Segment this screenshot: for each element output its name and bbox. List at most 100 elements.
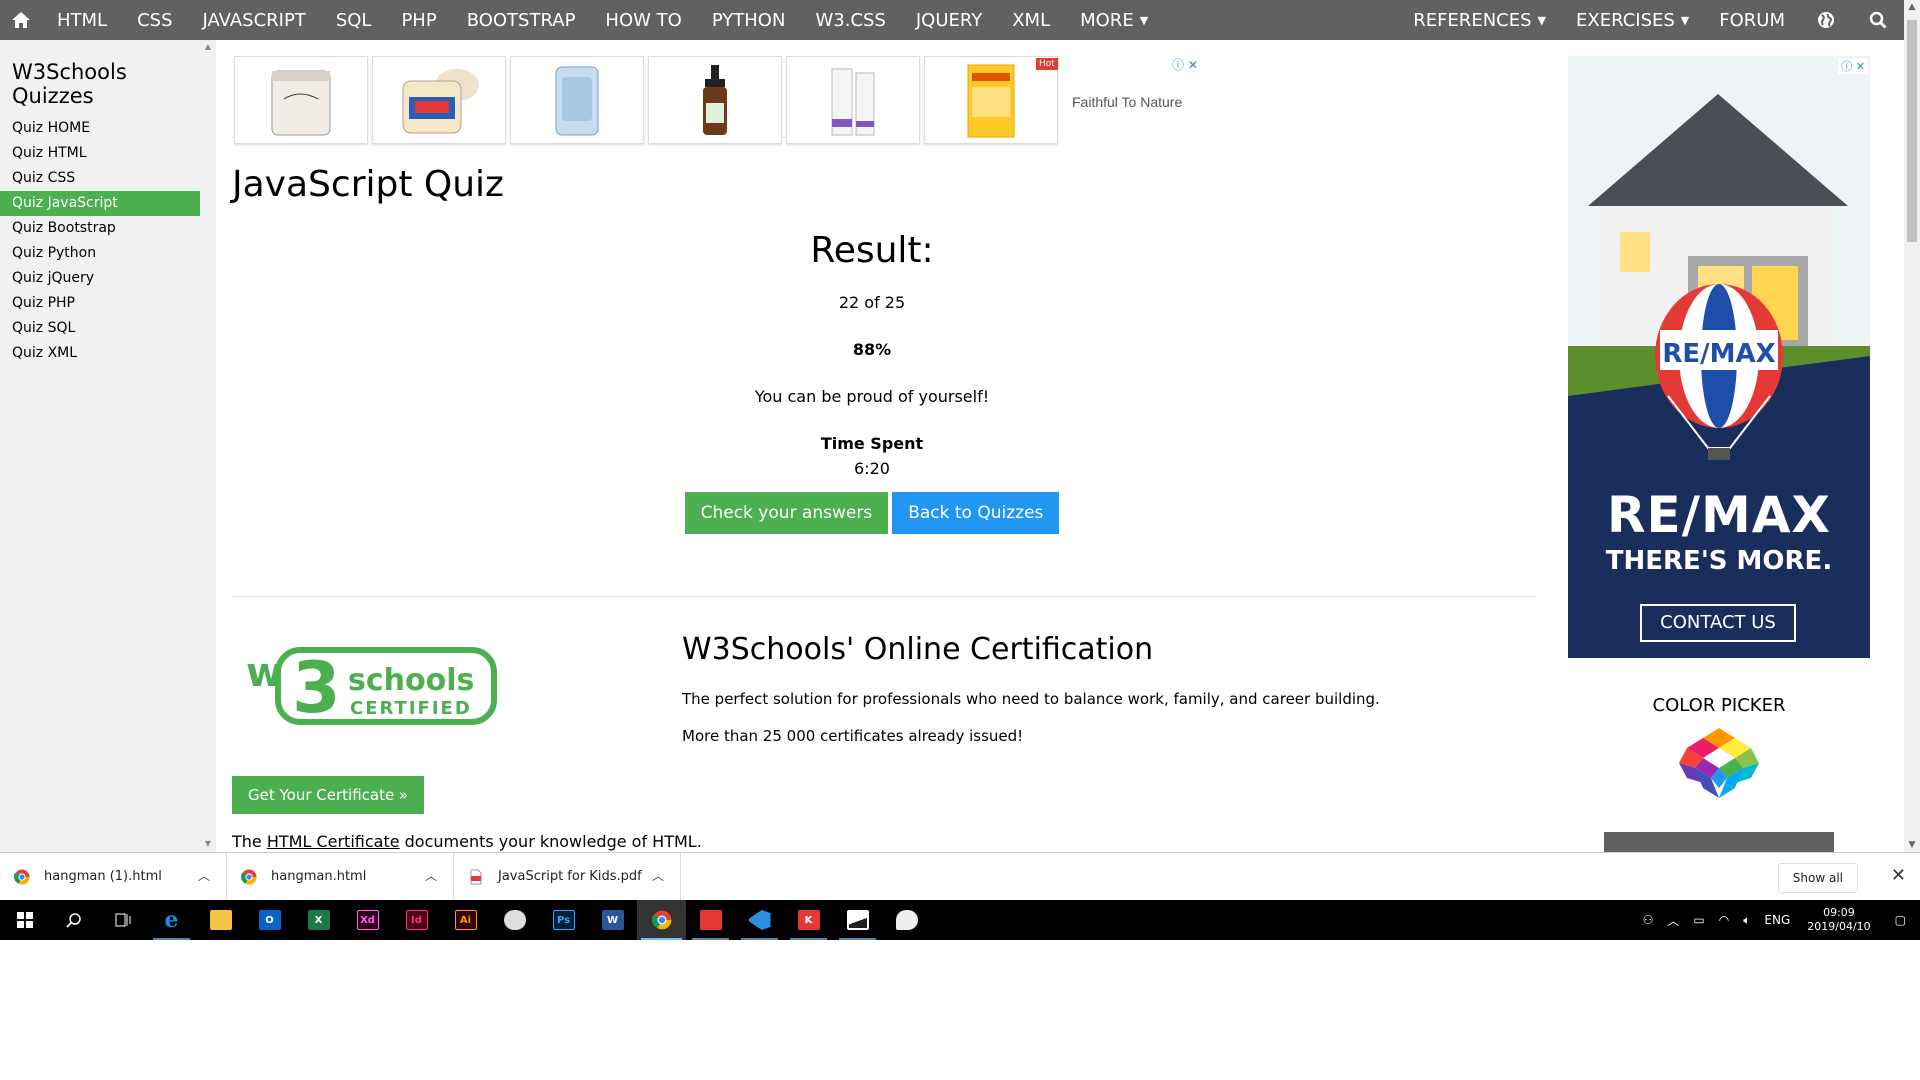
taskbar-app-illustrator[interactable]: Ai	[441, 900, 490, 940]
chevron-up-icon[interactable]: ︿	[652, 867, 664, 884]
scrollbar-thumb[interactable]	[1907, 20, 1917, 242]
scroll-down-arrow-icon[interactable]: ▼	[200, 839, 216, 848]
color-picker-link[interactable]	[1679, 728, 1759, 802]
battery-icon[interactable]: ▭	[1686, 913, 1711, 927]
taskbar-app-acrobat[interactable]	[686, 900, 735, 940]
nav-php[interactable]: PHP	[386, 0, 451, 40]
taskbar-app-kaspersky[interactable]: K	[784, 900, 833, 940]
scroll-up-arrow-icon[interactable]: ▲	[1904, 2, 1920, 12]
taskbar-app-photoshop[interactable]: Ps	[539, 900, 588, 940]
caret-down-icon: ▼	[1680, 13, 1690, 27]
nav-python[interactable]: PYTHON	[697, 0, 801, 40]
download-item[interactable]: hangman (1).html ︿	[0, 852, 227, 901]
sidebar-item-quiz-javascript[interactable]: Quiz JavaScript	[0, 191, 200, 216]
nav-exercises-dropdown[interactable]: EXERCISES ▼	[1561, 0, 1704, 40]
sidebar-item-quiz-html[interactable]: Quiz HTML	[0, 141, 200, 166]
system-clock[interactable]: 09:09 2019/04/10	[1797, 906, 1880, 934]
taskbar-app-excel[interactable]: X	[294, 900, 343, 940]
nav-more-dropdown[interactable]: MORE ▼	[1065, 0, 1163, 40]
chevron-up-icon[interactable]: ︿	[425, 867, 437, 884]
chevron-up-icon[interactable]: ︿	[1660, 912, 1686, 929]
nav-forum[interactable]: FORUM	[1704, 0, 1800, 40]
taskbar-app-chrome[interactable]	[637, 900, 686, 940]
nav-sql[interactable]: SQL	[321, 0, 387, 40]
chevron-up-icon[interactable]: ︿	[198, 867, 210, 884]
ad-close-icon[interactable]: ✕	[1188, 58, 1198, 72]
ad-product-tile[interactable]	[786, 56, 920, 144]
ad-choices-controls[interactable]: ⓘ ✕	[1172, 56, 1198, 73]
scroll-down-arrow-icon[interactable]: ▼	[1904, 840, 1920, 850]
people-icon[interactable]: ⚇	[1636, 913, 1661, 927]
taskbar-app-edge[interactable]: e	[147, 900, 196, 940]
sidebar-item-quiz-home[interactable]: Quiz HOME	[0, 116, 200, 141]
translate-button[interactable]	[1800, 0, 1852, 40]
download-item[interactable]: JavaScript for Kids.pdf ︿	[454, 852, 681, 901]
sidebar-item-quiz-python[interactable]: Quiz Python	[0, 241, 200, 266]
ad-product-tile[interactable]	[372, 56, 506, 144]
taskbar-app-xd[interactable]: Xd	[343, 900, 392, 940]
ad-product-tile[interactable]	[234, 56, 368, 144]
home-button[interactable]	[0, 0, 42, 40]
taskbar-app-indesign[interactable]: Id	[392, 900, 441, 940]
nav-xml[interactable]: XML	[997, 0, 1065, 40]
wifi-icon[interactable]: ◠	[1712, 913, 1736, 927]
nav-w3css[interactable]: W3.CSS	[800, 0, 900, 40]
ad-tagline[interactable]: Faithful To Nature	[1072, 94, 1182, 110]
volume-icon[interactable]: 🔈︎	[1736, 913, 1757, 928]
nav-jquery[interactable]: JQUERY	[901, 0, 997, 40]
taskbar-app-misc[interactable]	[490, 900, 539, 940]
nav-html[interactable]: HTML	[42, 0, 122, 40]
taskbar-app-word[interactable]: W	[588, 900, 637, 940]
nav-css[interactable]: CSS	[122, 0, 187, 40]
w3schools-certified-logo[interactable]: w 3 schools CERTIFIED	[244, 634, 500, 730]
taskbar-app-explorer[interactable]	[196, 900, 245, 940]
search-icon	[65, 913, 81, 928]
close-downloads-bar-icon[interactable]: ✕	[1891, 865, 1906, 886]
notifications-icon[interactable]: ▢	[1881, 913, 1920, 927]
partial-promo-box[interactable]	[1604, 832, 1834, 852]
sidebar-item-quiz-bootstrap[interactable]: Quiz Bootstrap	[0, 216, 200, 241]
download-item[interactable]: hangman.html ︿	[227, 852, 454, 901]
contact-us-button[interactable]: CONTACT US	[1640, 604, 1796, 642]
cream-jar-image	[402, 69, 479, 134]
taskbar-app-outlook[interactable]: O	[245, 900, 294, 940]
nav-javascript[interactable]: JAVASCRIPT	[188, 0, 321, 40]
ad-product-tile[interactable]	[510, 56, 644, 144]
certification-count: More than 25 000 certificates already is…	[682, 727, 1024, 745]
sidebar-scrollbar[interactable]: ▲ ▼	[200, 40, 216, 852]
search-taskbar-button[interactable]	[49, 900, 98, 940]
ad-choices-controls[interactable]: ⓘ ✕	[1838, 58, 1868, 74]
start-button[interactable]	[0, 900, 49, 940]
html-certificate-link[interactable]: HTML Certificate	[267, 832, 400, 851]
remax-ad-banner[interactable]: RE/MAX ⓘ ✕ RE/MAX THERE'S MORE. CONTACT …	[1568, 56, 1870, 658]
nav-how-to[interactable]: HOW TO	[590, 0, 696, 40]
task-view-button[interactable]	[98, 900, 147, 940]
ad-product-tile[interactable]	[648, 56, 782, 144]
language-indicator[interactable]: ENG	[1757, 913, 1797, 927]
check-answers-button[interactable]: Check your answers	[684, 492, 889, 534]
sidebar-item-quiz-php[interactable]: Quiz PHP	[0, 291, 200, 316]
acrobat-icon	[699, 910, 722, 930]
taskbar-app-vscode[interactable]	[735, 900, 784, 940]
windows-logo-icon	[16, 912, 33, 928]
taskbar-app-paint[interactable]	[882, 900, 931, 940]
download-filename: JavaScript for Kids.pdf	[498, 869, 642, 884]
globe-icon	[1818, 12, 1834, 28]
sidebar-item-quiz-xml[interactable]: Quiz XML	[0, 341, 200, 366]
sidebar-item-quiz-css[interactable]: Quiz CSS	[0, 166, 200, 191]
back-to-quizzes-button[interactable]: Back to Quizzes	[892, 492, 1060, 534]
taskbar-app-photos[interactable]	[833, 900, 882, 940]
sidebar-item-quiz-sql[interactable]: Quiz SQL	[0, 316, 200, 341]
nav-bootstrap[interactable]: BOOTSTRAP	[452, 0, 591, 40]
page-scrollbar[interactable]: ▲ ▼	[1904, 0, 1920, 852]
logo-schools-text: schools	[348, 663, 474, 698]
certification-title: W3Schools' Online Certification	[682, 632, 1154, 667]
nav-references-dropdown[interactable]: REFERENCES ▼	[1398, 0, 1561, 40]
get-certificate-button[interactable]: Get Your Certificate »	[232, 776, 425, 814]
search-button[interactable]	[1852, 0, 1904, 40]
sidebar-item-quiz-jquery[interactable]: Quiz jQuery	[0, 266, 200, 291]
scroll-up-arrow-icon[interactable]: ▲	[200, 42, 216, 51]
ad-info-icon[interactable]: ⓘ	[1172, 58, 1184, 72]
illustrator-icon: Ai	[454, 910, 477, 930]
show-all-downloads-button[interactable]: Show all	[1777, 863, 1858, 893]
